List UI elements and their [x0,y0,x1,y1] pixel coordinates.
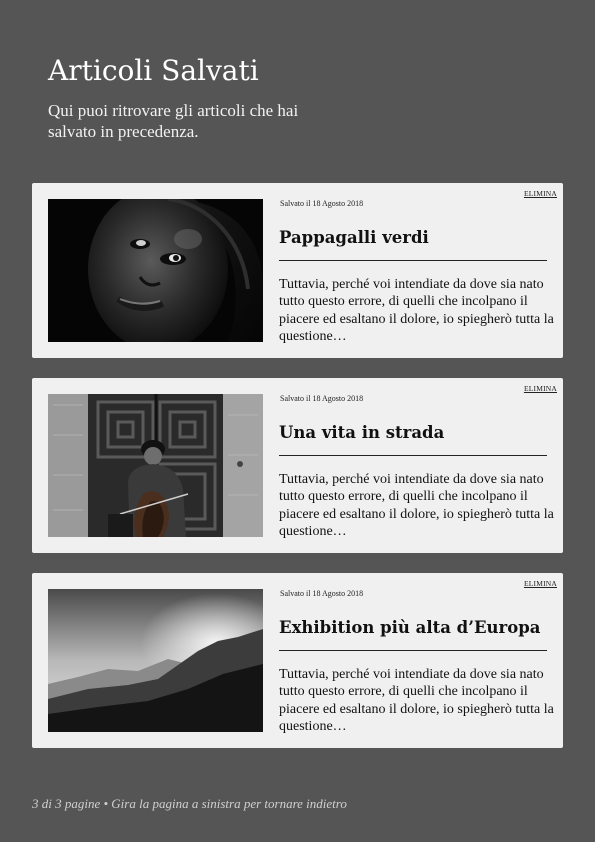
delete-link[interactable]: ELIMINA [524,579,557,588]
article-excerpt: Tuttavia, perché voi intendiate da dove … [279,277,554,345]
divider [279,260,547,261]
article-card[interactable]: ELIMINA Salvato il 18 Agosto 2018 Pappag… [32,183,563,358]
page-subtitle: Qui puoi ritrovare gli articoli che hai … [48,101,299,141]
article-excerpt: Tuttavia, perché voi intendiate da dove … [279,472,554,540]
saved-date: Salvato il 18 Agosto 2018 [280,199,364,208]
page-title: Articoli Salvati [48,54,259,87]
article-card[interactable]: ELIMINA Salvato il 18 Agosto 2018 Una vi… [32,378,563,553]
page-footer: 3 di 3 pagine • Gira la pagina a sinistr… [32,796,347,811]
divider [279,455,547,456]
saved-date: Salvato il 18 Agosto 2018 [280,589,364,598]
article-title[interactable]: Exhibition più alta d’Europa [279,617,540,639]
divider [279,650,547,651]
saved-date: Salvato il 18 Agosto 2018 [280,394,364,403]
article-image-portrait[interactable] [48,199,263,342]
article-image-cellist[interactable] [48,394,263,537]
article-excerpt: Tuttavia, perché voi intendiate da dove … [279,667,554,735]
delete-link[interactable]: ELIMINA [524,189,557,198]
article-image-mountains[interactable] [48,589,263,732]
article-title[interactable]: Una vita in strada [279,422,444,444]
article-title[interactable]: Pappagalli verdi [279,227,429,249]
delete-link[interactable]: ELIMINA [524,384,557,393]
article-card[interactable]: ELIMINA Salvato il 18 Agosto 2018 Exhibi… [32,573,563,748]
